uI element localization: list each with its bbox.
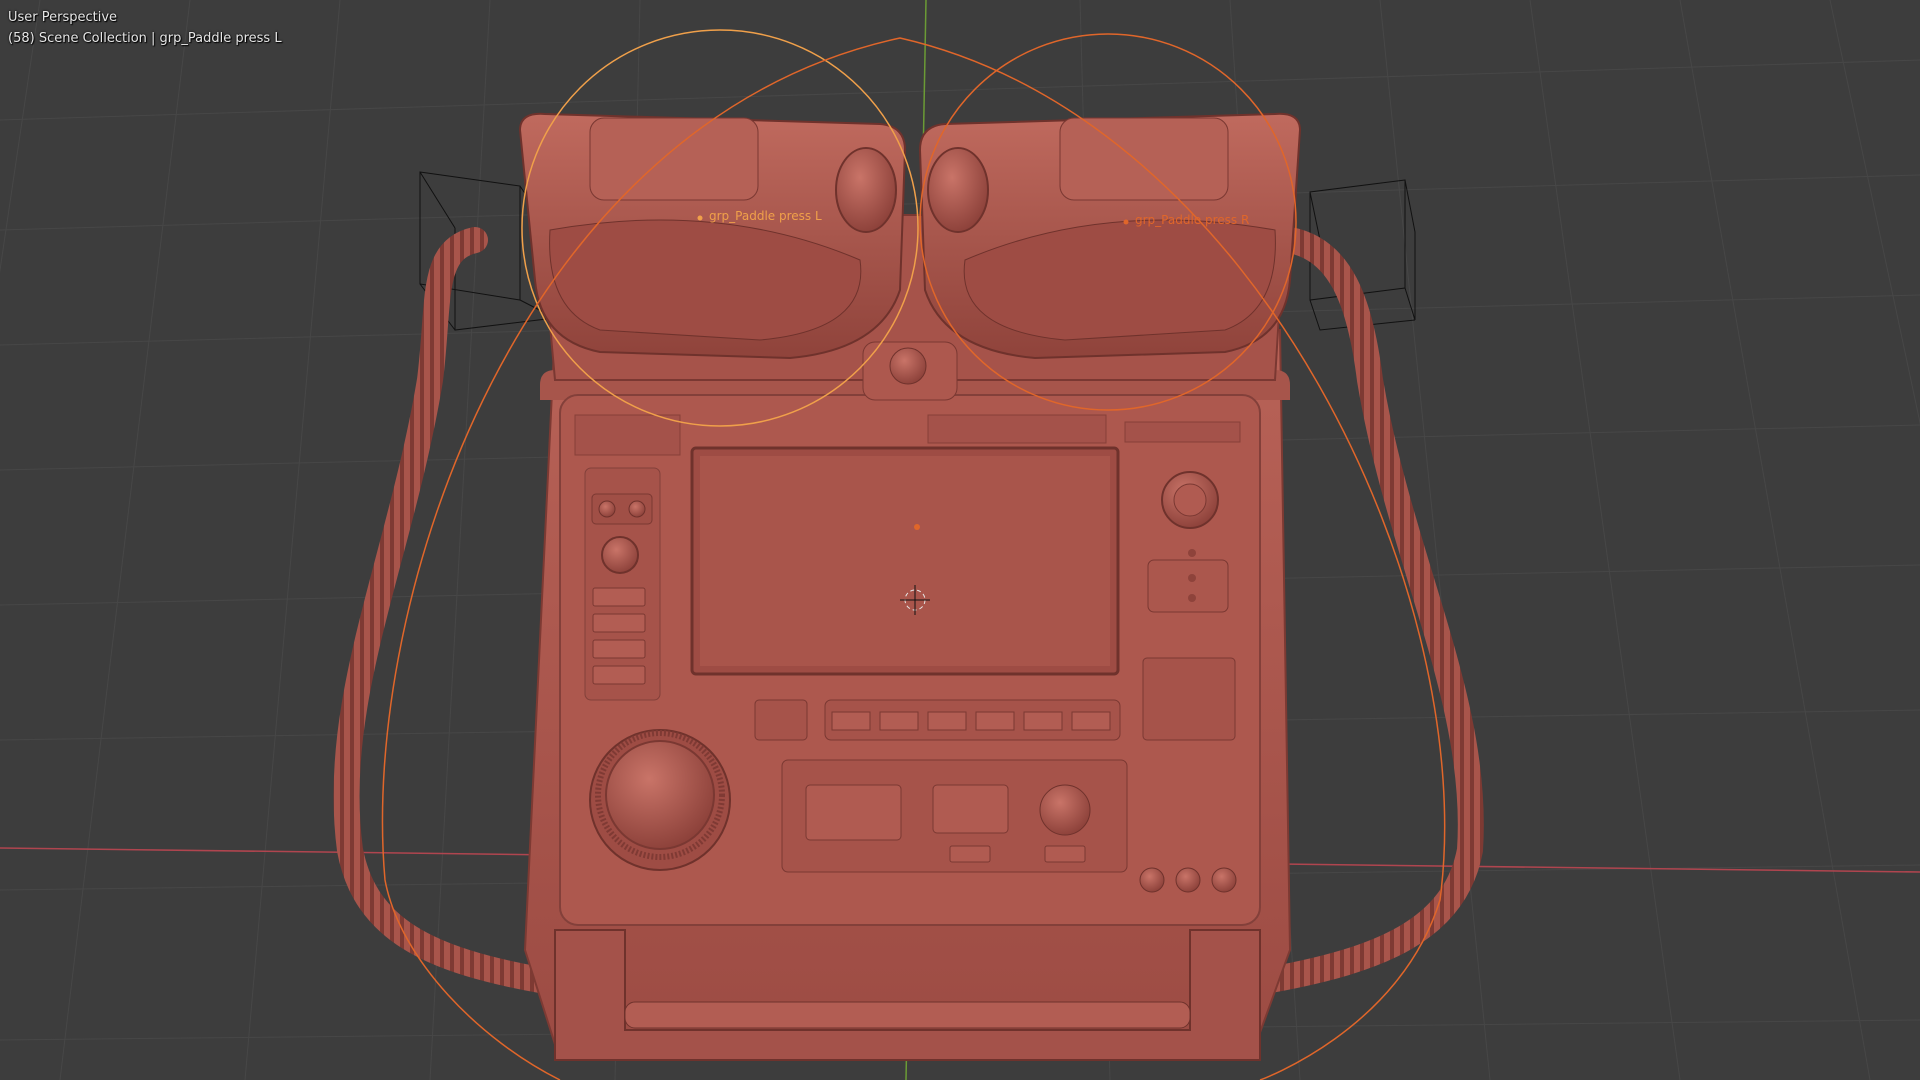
- top-left-recess: [574, 414, 681, 456]
- top-center-recess: [927, 414, 1107, 444]
- scene-info-label: (58) Scene Collection | grp_Paddle press…: [8, 31, 282, 46]
- left-object-label: grp_Paddle press L: [709, 209, 822, 223]
- left-origin-dot: [697, 215, 703, 221]
- screen: [690, 446, 1120, 676]
- scene-canvas[interactable]: grp_Paddle press L grp_Paddle press R: [0, 0, 1920, 1080]
- top-right-recess: [1124, 421, 1241, 443]
- right-paddle: [918, 112, 1302, 360]
- left-control-column: [584, 467, 661, 701]
- right-origin-dot: [1123, 219, 1129, 225]
- view-mode-label: User Perspective: [8, 10, 118, 25]
- left-paddle: [518, 112, 907, 360]
- big-dial: [589, 729, 731, 871]
- 3d-viewport[interactable]: grp_Paddle press L grp_Paddle press R Us…: [0, 0, 1920, 1080]
- right-object-label: grp_Paddle press R: [1135, 213, 1249, 227]
- coiled-cable-right: [1257, 227, 1484, 993]
- coiled-cable-left: [333, 227, 553, 993]
